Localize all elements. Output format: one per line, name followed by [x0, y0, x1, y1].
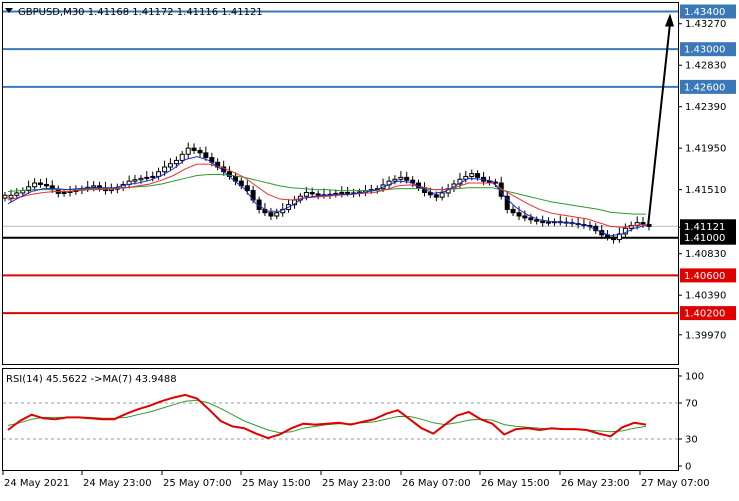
- time-tick-label: 26 May 23:00: [561, 478, 630, 489]
- rsi-tick-label: 0: [685, 462, 691, 473]
- time-tick-label: 24 May 2021: [4, 478, 69, 489]
- rsi-tick-label: 70: [685, 399, 698, 410]
- candle-body: [469, 173, 475, 177]
- candle-body: [528, 217, 534, 221]
- candle-body: [516, 212, 522, 217]
- price-axis: 1.43270 1.42830 1.42390 1.41950 1.41510 1.411…: [678, 4, 736, 341]
- current-price-label: 1.41121: [684, 222, 725, 233]
- price-tick-label: 1.42830: [685, 61, 726, 72]
- level-tag-label: 1.40200: [684, 309, 725, 320]
- candle-body: [522, 215, 528, 219]
- candle-body: [32, 182, 38, 188]
- candle-body: [433, 194, 439, 198]
- candle-body: [274, 212, 280, 217]
- price-tick-label: 1.41950: [685, 144, 726, 155]
- candle-body: [309, 191, 315, 195]
- time-axis: 24 May 2021 24 May 23:00 25 May 07:00 25 Ma…: [2, 471, 710, 489]
- candle-body: [132, 179, 138, 182]
- candle-body: [37, 182, 43, 185]
- candle-body: [197, 150, 203, 154]
- price-tick-label: 1.41510: [685, 185, 726, 196]
- candle-body: [179, 153, 185, 161]
- candle-body: [611, 236, 617, 241]
- candle-body: [138, 177, 144, 181]
- chart-header: GBPUSD,M30 1.41168 1.41172 1.41116 1.411…: [18, 7, 263, 18]
- level-tag-label: 1.43000: [684, 45, 725, 56]
- trading-chart[interactable]: 1.43270 1.42830 1.42390 1.41950 1.41510 1.411…: [0, 0, 739, 501]
- level-tag-label: 1.40600: [684, 271, 725, 282]
- price-tick-label: 1.39970: [685, 330, 726, 341]
- level-tag-label: 1.41000: [684, 233, 725, 244]
- candle-body: [61, 191, 67, 194]
- candle-body: [540, 220, 546, 224]
- candle-body: [510, 208, 516, 214]
- level-tag-label: 1.42600: [684, 82, 725, 93]
- rsi-axis: 100 70 30 0: [678, 372, 704, 473]
- rsi-header: RSI(14) 45.5622 ->MA(7) 43.9488: [6, 374, 177, 385]
- candle-body: [534, 219, 540, 222]
- candle-body: [339, 191, 345, 194]
- time-tick-label: 25 May 23:00: [322, 478, 391, 489]
- candle-body: [303, 191, 309, 197]
- price-tick-label: 1.43270: [685, 19, 726, 30]
- candle-body: [167, 163, 173, 168]
- candle-body: [268, 212, 274, 217]
- price-tick-label: 1.40830: [685, 249, 726, 260]
- price-panel-frame: [2, 2, 679, 365]
- candle-body: [545, 221, 551, 224]
- candle-body: [91, 185, 97, 188]
- candle-body: [203, 152, 209, 159]
- time-tick-label: 25 May 15:00: [242, 478, 311, 489]
- rsi-tick-label: 30: [685, 435, 698, 446]
- time-tick-label: 26 May 15:00: [481, 478, 550, 489]
- candle-body: [392, 178, 398, 182]
- rsi-tick-label: 100: [685, 372, 704, 383]
- candle-body: [345, 191, 351, 194]
- candle-body: [144, 176, 150, 179]
- candle-body: [162, 166, 168, 173]
- candle-body: [404, 176, 410, 181]
- time-tick-label: 25 May 07:00: [163, 478, 232, 489]
- price-tick-label: 1.42390: [685, 102, 726, 113]
- time-tick-label: 24 May 23:00: [83, 478, 152, 489]
- time-tick-label: 26 May 07:00: [402, 478, 471, 489]
- candle-body: [173, 159, 179, 165]
- price-tick-label: 1.40390: [685, 291, 726, 302]
- candle-body: [8, 194, 14, 199]
- candle-body: [439, 192, 445, 198]
- candle-body: [14, 192, 20, 196]
- candle-body: [475, 173, 481, 178]
- level-tag-label: 1.43400: [684, 7, 725, 18]
- time-tick-label: 27 May 07:00: [641, 478, 710, 489]
- candle-body: [150, 175, 156, 178]
- candle-body: [43, 183, 49, 187]
- candle-body: [398, 176, 404, 180]
- candle-body: [244, 185, 250, 192]
- candle-body: [185, 147, 191, 155]
- candle-body: [315, 193, 321, 196]
- candle-body: [2, 194, 8, 199]
- candle-body: [191, 147, 197, 152]
